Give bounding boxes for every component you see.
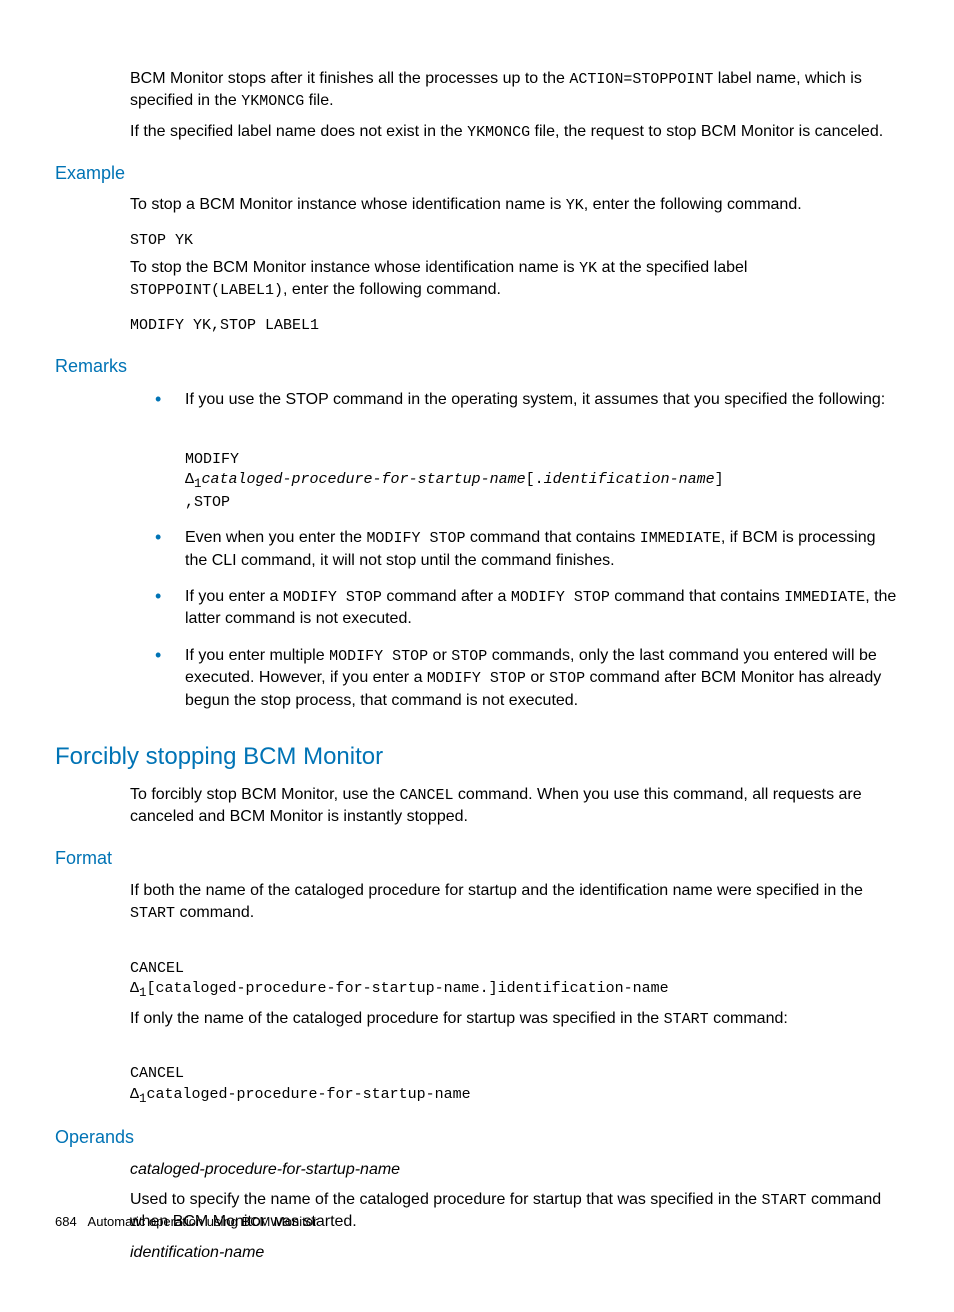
format-code-1: CANCEL Δ1[cataloged-procedure-for-startu… — [130, 938, 899, 1001]
remarks-item-2: Even when you enter the MODIFY STOP comm… — [155, 527, 899, 572]
remarks-item-1: If you use the STOP command in the opera… — [155, 389, 899, 513]
operand-term-2: identification-name — [130, 1242, 899, 1264]
remarks-item-4: If you enter multiple MODIFY STOP or STO… — [155, 645, 899, 712]
remarks-heading: Remarks — [55, 354, 899, 379]
forcibly-heading: Forcibly stopping BCM Monitor — [55, 740, 899, 774]
forcibly-p1: To forcibly stop BCM Monitor, use the CA… — [130, 784, 899, 829]
example-heading: Example — [55, 161, 899, 186]
remarks-code-1: MODIFY Δ1cataloged-procedure-for-startup… — [185, 430, 899, 514]
remarks-item-3: If you enter a MODIFY STOP command after… — [155, 586, 899, 631]
intro-paragraph-2: If the specified label name does not exi… — [130, 121, 899, 143]
format-p2: If only the name of the cataloged proced… — [130, 1008, 899, 1030]
operand-term-1: cataloged-procedure-for-startup-name — [130, 1159, 899, 1181]
operands-heading: Operands — [55, 1125, 899, 1150]
example-p1: To stop a BCM Monitor instance whose ide… — [130, 194, 899, 216]
format-code-2: CANCEL Δ1cataloged-procedure-for-startup… — [130, 1044, 899, 1107]
example-p2: To stop the BCM Monitor instance whose i… — [130, 257, 899, 302]
format-p1: If both the name of the cataloged proced… — [130, 880, 899, 925]
example-code-1: STOP YK — [130, 231, 899, 251]
page-footer: 684 Automatic operation using BCM Monito… — [55, 1213, 317, 1231]
remarks-list: If you use the STOP command in the opera… — [155, 389, 899, 712]
example-code-2: MODIFY YK,STOP LABEL1 — [130, 316, 899, 336]
intro-paragraph-1: BCM Monitor stops after it finishes all … — [130, 68, 899, 113]
format-heading: Format — [55, 846, 899, 871]
